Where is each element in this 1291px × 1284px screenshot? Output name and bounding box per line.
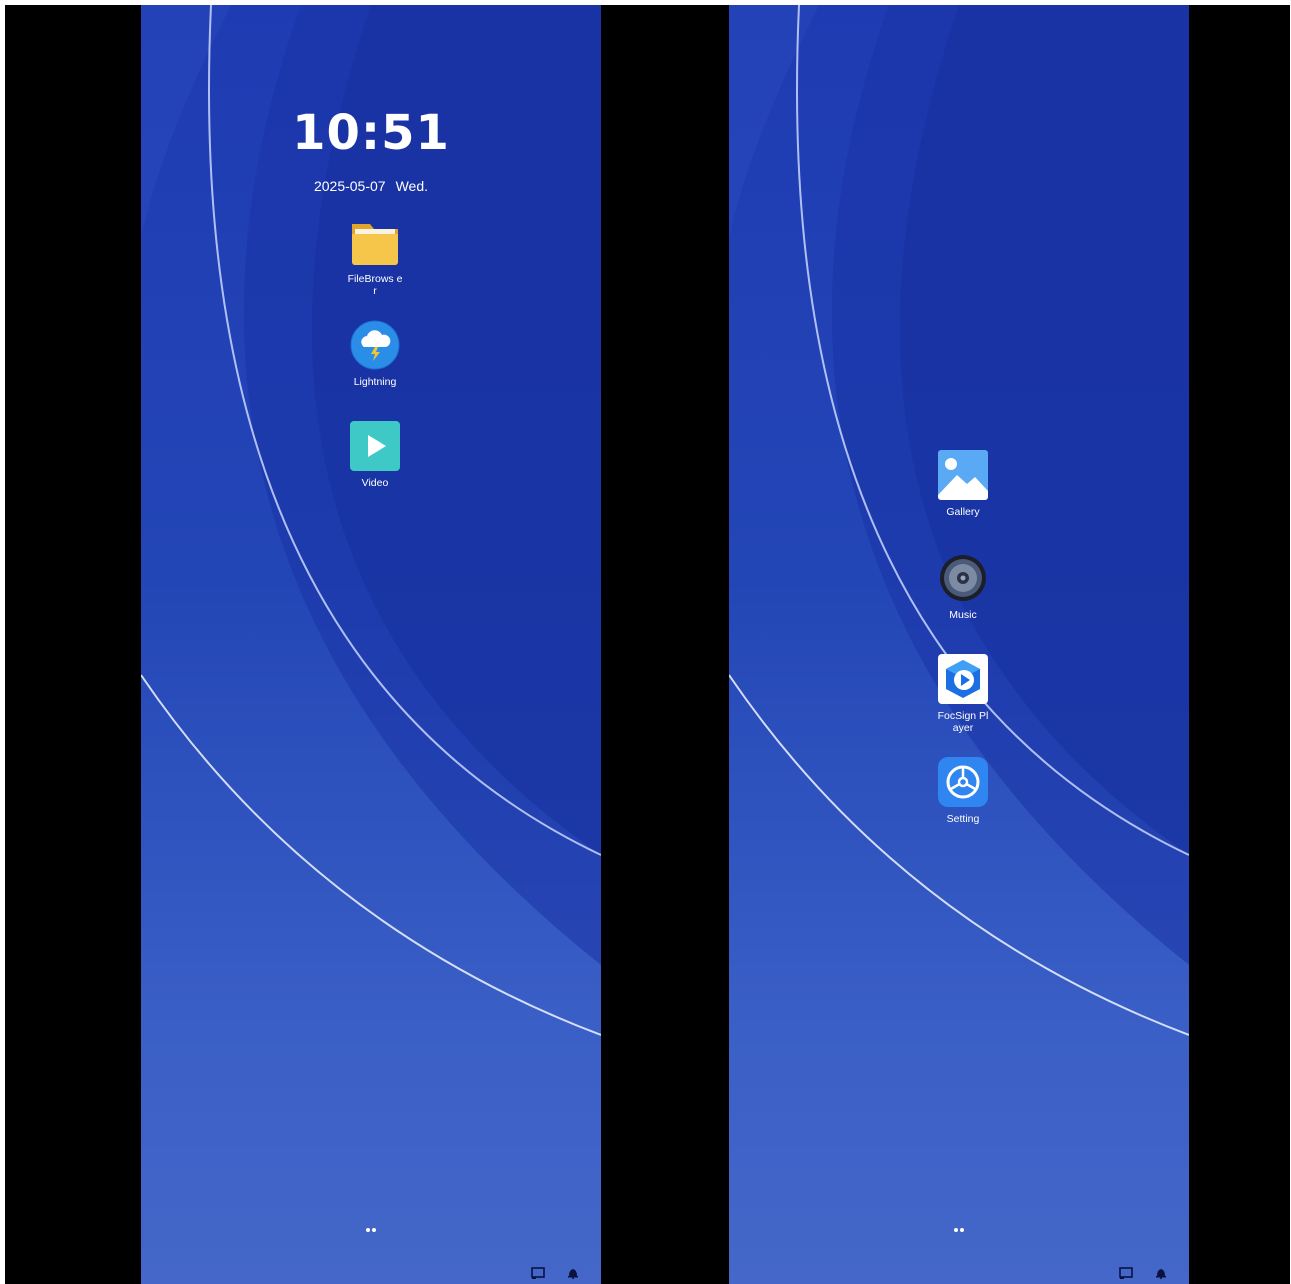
wallpaper: [141, 5, 601, 1036]
date-line: 2025-05-07 Wed.: [141, 178, 601, 194]
clock: 10:51: [292, 105, 450, 161]
screen-icon[interactable]: [531, 1266, 545, 1279]
page-dot[interactable]: [960, 1228, 964, 1232]
home-screen-left: 10:51 2025-05-07 Wed. FileBrows er Light…: [141, 5, 601, 1284]
settings-icon: [937, 756, 989, 808]
weekday-text: Wed.: [395, 178, 429, 194]
home-screen-right: Gallery Music FocSign Player Setting: [729, 5, 1189, 1284]
page-indicator: [729, 1224, 1189, 1235]
focsign-player-icon: [937, 653, 989, 705]
app-music[interactable]: Music: [918, 552, 1008, 621]
app-focsign-player[interactable]: FocSign Player: [918, 653, 1008, 734]
page-dot[interactable]: [366, 1228, 370, 1232]
device-frame: 10:51 2025-05-07 Wed. FileBrows er Light…: [5, 5, 1290, 1284]
notification-bell-icon[interactable]: [566, 1266, 580, 1280]
app-lightning[interactable]: Lightning: [330, 319, 420, 388]
screen-icon[interactable]: [1119, 1266, 1133, 1279]
folder-icon: [349, 216, 401, 268]
cloud-lightning-icon: [349, 319, 401, 371]
date-text: 2025-05-07: [313, 178, 386, 194]
app-label: FileBrows er: [347, 273, 403, 297]
speaker-icon: [937, 552, 989, 604]
app-video[interactable]: Video: [330, 420, 420, 489]
app-label: FocSign Player: [937, 710, 989, 734]
app-label: Gallery: [946, 506, 980, 518]
app-filebrowser[interactable]: FileBrows er: [330, 216, 420, 297]
notification-bell-icon[interactable]: [1154, 1266, 1168, 1280]
wallpaper: [729, 5, 1189, 1036]
app-label: Setting: [946, 813, 980, 825]
app-label: Lightning: [353, 376, 397, 388]
app-label: Music: [949, 609, 977, 621]
page-indicator: [141, 1224, 601, 1235]
app-label: Video: [361, 477, 389, 489]
app-setting[interactable]: Setting: [918, 756, 1008, 825]
app-gallery[interactable]: Gallery: [918, 449, 1008, 518]
gallery-icon: [937, 449, 989, 501]
page-dot[interactable]: [372, 1228, 376, 1232]
play-icon: [349, 420, 401, 472]
page-dot[interactable]: [954, 1228, 958, 1232]
